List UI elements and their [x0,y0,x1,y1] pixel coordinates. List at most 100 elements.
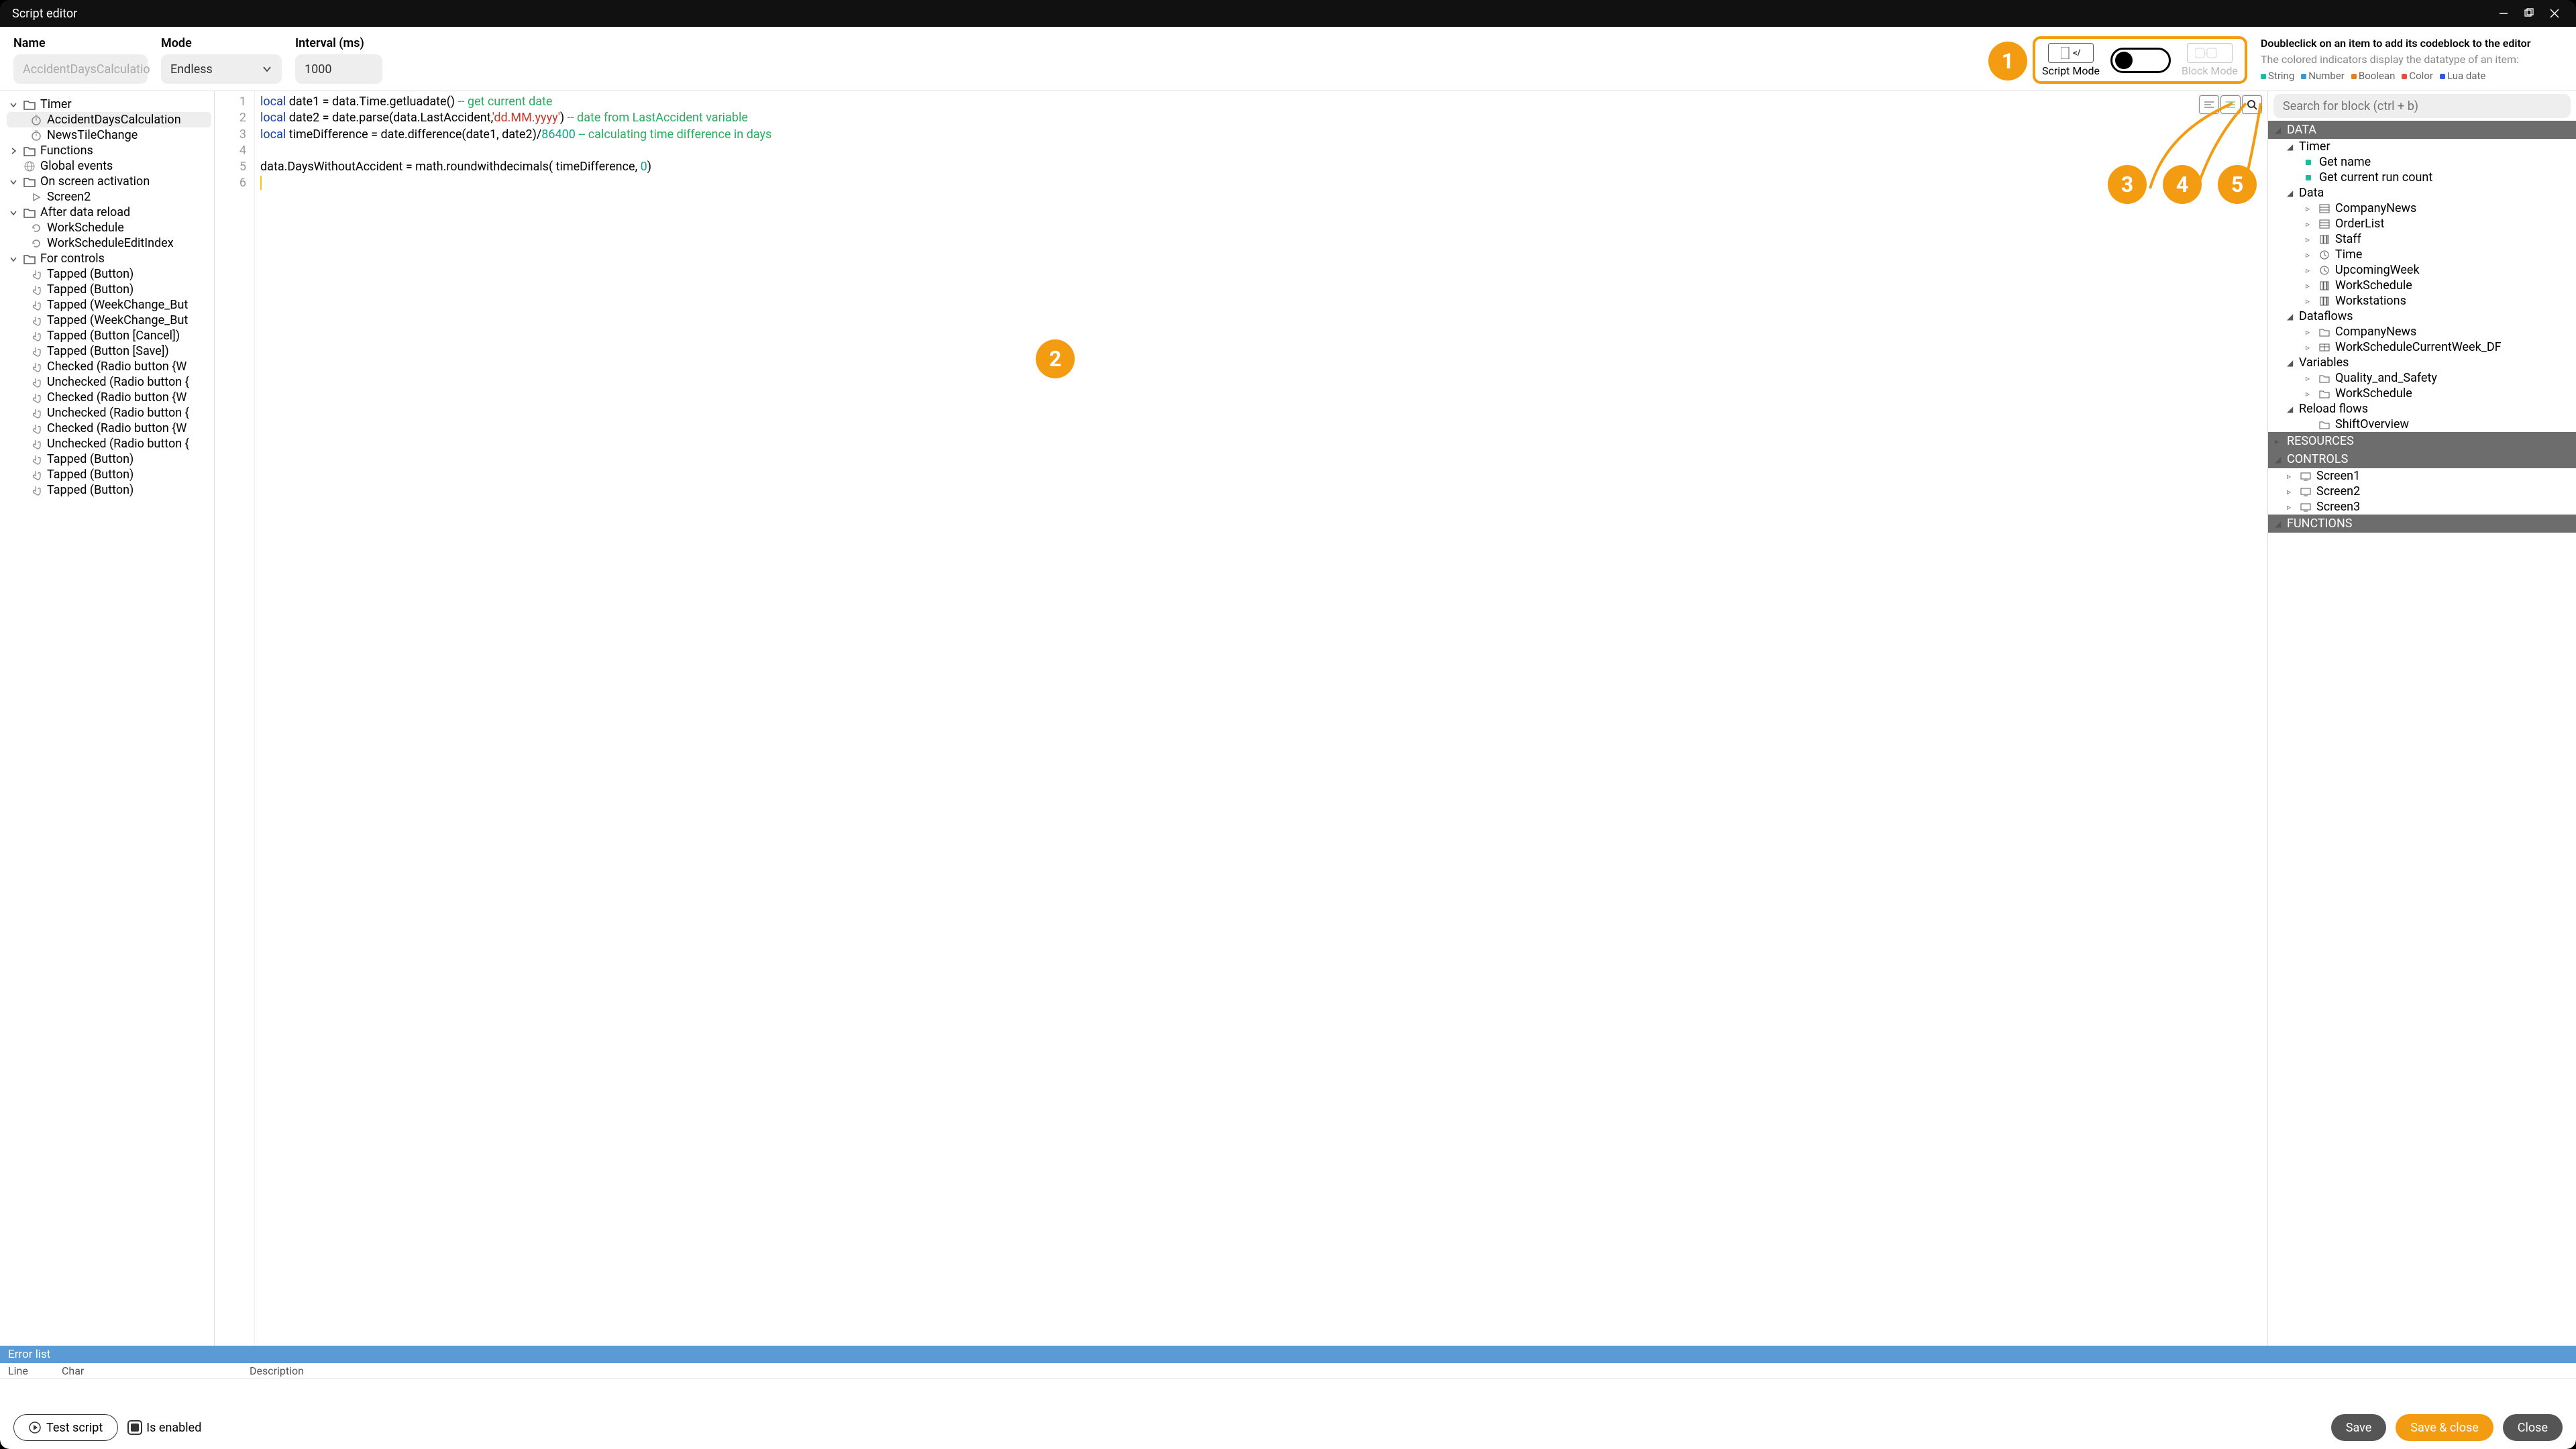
tree-item[interactable]: ▹CompanyNews [2268,201,2576,216]
tree-globalevents[interactable]: Global events [7,158,211,174]
is-enabled-checkbox[interactable]: Is enabled [127,1420,201,1435]
tree-item[interactable]: ◢Variables [2268,355,2576,370]
script-tree[interactable]: TimerAccidentDaysCalculationNewsTileChan… [0,91,215,1346]
tree-item[interactable]: Get current run count [2268,170,2576,185]
code-lines[interactable]: local date1 = data.Time.getluadate() -- … [255,91,2267,1346]
tree-item[interactable]: Tapped (Button [Save]) [7,343,211,359]
block-search-input[interactable] [2273,94,2571,118]
tree-item[interactable]: Tapped (Button) [7,451,211,467]
tree-item[interactable]: Checked (Radio button {W [7,421,211,436]
tree-item[interactable]: ▹WorkScheduleCurrentWeek_DF [2268,339,2576,355]
tree-item[interactable]: WorkSchedule [7,220,211,235]
tree-item[interactable]: Get name [2268,154,2576,170]
tree-item[interactable]: ◢Data [2268,185,2576,201]
tree-item[interactable]: Tapped (Button) [7,266,211,282]
tree-onscreen[interactable]: On screen activation [7,174,211,189]
tree-item[interactable]: ◢Reload flows [2268,401,2576,417]
close-window-button[interactable] [2545,4,2564,23]
tree-item[interactable]: Tapped (Button) [7,467,211,482]
footer: Test script Is enabled Save Save & close… [0,1406,2576,1449]
tree-item[interactable]: ▹WorkSchedule [2268,278,2576,293]
globe-icon [23,160,36,173]
panel-section[interactable]: ◢FUNCTIONS [2268,515,2576,533]
panel-section[interactable]: ▸RESOURCES [2268,432,2576,450]
tree-item[interactable]: ▹OrderList [2268,216,2576,231]
interval-input[interactable]: 1000 [295,54,382,84]
tree-item[interactable]: ▹Quality_and_Safety [2268,370,2576,386]
test-script-button[interactable]: Test script [13,1414,118,1441]
save-close-button[interactable]: Save & close [2396,1414,2493,1441]
mode-field: Mode Endless [161,36,282,84]
tree-item[interactable]: AccidentDaysCalculation [7,112,211,127]
tree-item[interactable]: Unchecked (Radio button { [7,374,211,390]
callout-2: 2 [1036,339,1075,378]
svg-text:</>: </> [2073,48,2081,58]
interval-field: Interval (ms) 1000 [295,36,382,84]
panel-section[interactable]: ◢DATA [2268,121,2576,139]
reload-icon [30,237,43,250]
window-title: Script editor [12,7,2487,21]
tree-afterreload[interactable]: After data reload [7,205,211,220]
tree-item[interactable]: ▹Workstations [2268,293,2576,309]
tree-item[interactable]: Tapped (Button) [7,282,211,297]
tree-item[interactable]: ▹CompanyNews [2268,324,2576,339]
tree-item[interactable]: ▹Screen3 [2268,499,2576,515]
type-legend: String Number Boolean Color Lua date [2261,69,2557,83]
tree-item[interactable]: NewsTileChange [7,127,211,143]
tap-icon [30,329,43,343]
tap-icon [30,407,43,420]
tap-icon [30,391,43,405]
tree-item[interactable]: Tapped (Button) [7,482,211,498]
tap-icon [30,468,43,482]
block-mode-col: Block Mode [2182,43,2238,77]
minimize-button[interactable] [2494,4,2513,23]
tree-item[interactable]: Checked (Radio button {W [7,390,211,405]
mode-select[interactable]: Endless [161,54,282,84]
tree-item[interactable]: Tapped (WeekChange_But [7,297,211,313]
script-mode-icon: </> [2048,43,2094,63]
close-button[interactable]: Close [2503,1414,2563,1441]
tree-item[interactable]: ◢Dataflows [2268,309,2576,324]
tree-item[interactable]: Screen2 [7,189,211,205]
save-button[interactable]: Save [2331,1414,2387,1441]
tree-item[interactable]: ▹Screen2 [2268,484,2576,499]
tree-item[interactable]: ▹WorkSchedule [2268,386,2576,401]
tree-item[interactable]: ▹Time [2268,247,2576,262]
tree-timer[interactable]: Timer [7,97,211,112]
mode-toggle[interactable] [2110,48,2171,73]
tree-item[interactable]: ShiftOverview [2268,417,2576,432]
line-gutter: 123456 [215,91,255,1346]
code-editor[interactable]: 123456 local date1 = data.Time.getluadat… [215,91,2267,1346]
block-mode-icon [2187,43,2233,63]
tree-forcontrols[interactable]: For controls [7,251,211,266]
top-row: Name AccidentDaysCalculatio Mode Endless… [0,27,2576,91]
mid-row: TimerAccidentDaysCalculationNewsTileChan… [0,91,2576,1346]
tree-item[interactable]: Unchecked (Radio button { [7,405,211,421]
script-mode-col: </> Script Mode [2042,43,2100,77]
tree-item[interactable]: Checked (Radio button {W [7,359,211,374]
error-list-header[interactable]: Error list [0,1346,2576,1363]
tap-icon [30,283,43,297]
tree-item[interactable]: ◢Timer [2268,139,2576,154]
name-input[interactable]: AccidentDaysCalculatio [13,54,148,84]
tree-item[interactable]: Tapped (WeekChange_But [7,313,211,328]
panel-section[interactable]: ◢CONTROLS [2268,450,2576,468]
tap-icon [30,314,43,327]
tree-item[interactable]: Tapped (Button [Cancel]) [7,328,211,343]
right-panel: ◢DATA◢TimerGet nameGet current run count… [2267,91,2576,1346]
block-tree[interactable]: ◢DATA◢TimerGet nameGet current run count… [2268,121,2576,1346]
maximize-button[interactable] [2520,4,2538,23]
name-field: Name AccidentDaysCalculatio [13,36,148,84]
tree-functions[interactable]: Functions [7,143,211,158]
callout-1: 1 [1988,42,2027,80]
mode-toggle-box: 1 </> Script Mode Block Mode [2033,36,2247,84]
tree-item[interactable]: WorkScheduleEditIndex [7,235,211,251]
tree-item[interactable]: ▹Staff [2268,231,2576,247]
chevron-down-icon [262,64,272,74]
tree-item[interactable]: ▹Screen1 [2268,468,2576,484]
tree-item[interactable]: Unchecked (Radio button { [7,436,211,451]
tree-item[interactable]: ▹UpcomingWeek [2268,262,2576,278]
folder-icon [23,206,36,219]
folder-icon [23,144,36,158]
folder-icon [23,98,36,111]
